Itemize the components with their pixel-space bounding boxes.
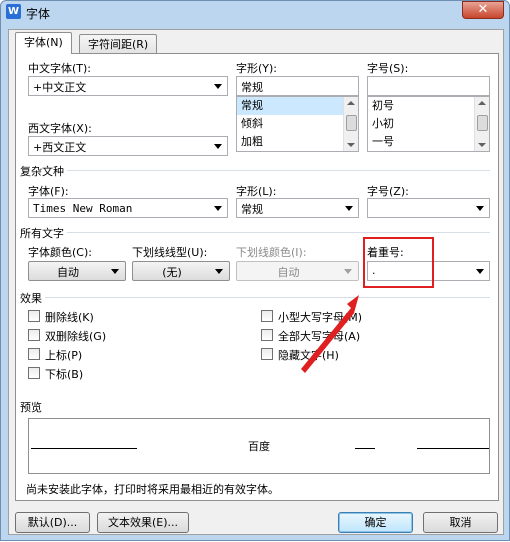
list-item[interactable]: 加粗: [237, 133, 358, 151]
checkbox-label: 小型大写字母(M): [278, 311, 363, 324]
list-item[interactable]: 常规: [237, 97, 358, 115]
scroll-thumb[interactable]: [477, 115, 488, 131]
tab-font[interactable]: 字体(N): [15, 32, 72, 54]
font-style-list[interactable]: 常规 倾斜 加粗: [236, 96, 359, 152]
list-item[interactable]: 一号: [368, 133, 489, 151]
underline-color-value: 自动: [277, 266, 300, 279]
dialog-title: 字体: [26, 7, 51, 21]
group-divider: [28, 297, 490, 298]
checkbox-box[interactable]: [261, 348, 273, 360]
complex-size-select[interactable]: [367, 198, 490, 218]
default-button[interactable]: 默认(D)...: [15, 512, 90, 533]
complex-font-select[interactable]: Times New Roman: [28, 198, 228, 218]
preview-box: 百度: [28, 418, 490, 474]
list-item[interactable]: 初号: [368, 97, 489, 115]
checkbox-box[interactable]: [261, 310, 273, 322]
checkbox-box[interactable]: [28, 310, 40, 322]
checkbox-label: 下标(B): [45, 368, 84, 381]
checkbox-label: 全部大写字母(A): [278, 330, 361, 343]
cancel-button[interactable]: 取消: [423, 512, 498, 533]
font-color-label: 字体颜色(C):: [28, 246, 92, 259]
checkbox-box[interactable]: [28, 329, 40, 341]
font-style-scrollbar[interactable]: [343, 97, 358, 151]
scroll-down-icon[interactable]: [347, 143, 355, 147]
underline-color-select: 自动: [236, 261, 359, 281]
chinese-font-label: 中文字体(T):: [28, 62, 92, 75]
effects-group-title: 效果: [20, 290, 45, 306]
complex-style-select[interactable]: 常规: [236, 198, 359, 218]
ok-button[interactable]: 确定: [338, 512, 413, 533]
western-font-label: 西文字体(X):: [28, 122, 92, 135]
checkbox-label: 双删除线(G): [45, 330, 107, 343]
checkbox-label: 隐藏文字(H): [278, 349, 339, 362]
chevron-down-icon: [111, 269, 119, 274]
complex-style-label: 字形(L):: [236, 185, 277, 198]
font-size-list[interactable]: 初号 小初 一号: [367, 96, 490, 152]
chevron-down-icon: [345, 206, 353, 211]
scroll-thumb[interactable]: [346, 115, 357, 131]
chevron-down-icon: [476, 269, 484, 274]
font-warning-note: 尚未安装此字体，打印时将采用最相近的有效字体。: [26, 483, 279, 496]
preview-group-title: 预览: [20, 401, 42, 414]
list-item[interactable]: 小初: [368, 115, 489, 133]
underline-type-value: (无): [162, 266, 182, 279]
complex-group-title: 复杂文种: [20, 163, 67, 179]
group-divider: [28, 232, 490, 233]
checkbox-box[interactable]: [28, 348, 40, 360]
scroll-up-icon[interactable]: [478, 101, 486, 105]
font-size-input[interactable]: [367, 76, 490, 96]
chevron-down-icon: [215, 269, 223, 274]
font-dialog-window: W 字体 ✕ 字体(N) 字符间距(R) 中文字体(T): +中文正文 字形(Y…: [0, 0, 510, 541]
chevron-down-icon: [214, 206, 222, 211]
font-color-select[interactable]: 自动: [28, 261, 126, 281]
checkbox-label: 删除线(K): [45, 311, 94, 324]
annotation-highlight-box: [363, 237, 434, 288]
font-size-scrollbar[interactable]: [474, 97, 489, 151]
group-divider: [28, 170, 490, 171]
western-font-select[interactable]: +西文正文: [28, 136, 228, 156]
checkbox-label: 上标(P): [45, 349, 83, 362]
text-effects-button[interactable]: 文本效果(E)...: [97, 512, 189, 533]
checkbox-box[interactable]: [28, 367, 40, 379]
chevron-down-icon: [214, 144, 222, 149]
complex-font-value: Times New Roman: [33, 202, 133, 215]
font-style-label: 字形(Y):: [236, 62, 278, 75]
close-icon: ✕: [477, 2, 489, 17]
preview-sample-text: 百度: [248, 440, 270, 453]
chinese-font-value: +中文正文: [33, 81, 87, 94]
chevron-down-icon: [344, 269, 352, 274]
western-font-value: +西文正文: [33, 141, 87, 154]
all-text-group-title: 所有文字: [20, 225, 67, 241]
chevron-down-icon: [476, 206, 484, 211]
checkbox-box[interactable]: [261, 329, 273, 341]
scroll-up-icon[interactable]: [347, 101, 355, 105]
underline-color-label: 下划线颜色(I):: [236, 246, 307, 259]
complex-style-value: 常规: [241, 203, 263, 216]
complex-size-label: 字号(Z):: [367, 185, 409, 198]
close-button[interactable]: ✕: [462, 1, 504, 19]
underline-type-select[interactable]: (无): [132, 261, 230, 281]
scroll-down-icon[interactable]: [478, 143, 486, 147]
font-size-label: 字号(S):: [367, 62, 409, 75]
tab-character-spacing[interactable]: 字符间距(R): [79, 34, 158, 53]
wps-writer-icon: W: [6, 4, 21, 19]
chevron-down-icon: [214, 84, 222, 89]
complex-font-label: 字体(F):: [28, 185, 69, 198]
underline-type-label: 下划线线型(U):: [132, 246, 208, 259]
font-style-input[interactable]: 常规: [236, 76, 359, 96]
list-item[interactable]: 倾斜: [237, 115, 358, 133]
chinese-font-select[interactable]: +中文正文: [28, 76, 228, 96]
title-bar[interactable]: W 字体 ✕: [1, 1, 509, 23]
font-style-value: 常规: [241, 81, 263, 94]
font-color-value: 自动: [57, 266, 79, 279]
